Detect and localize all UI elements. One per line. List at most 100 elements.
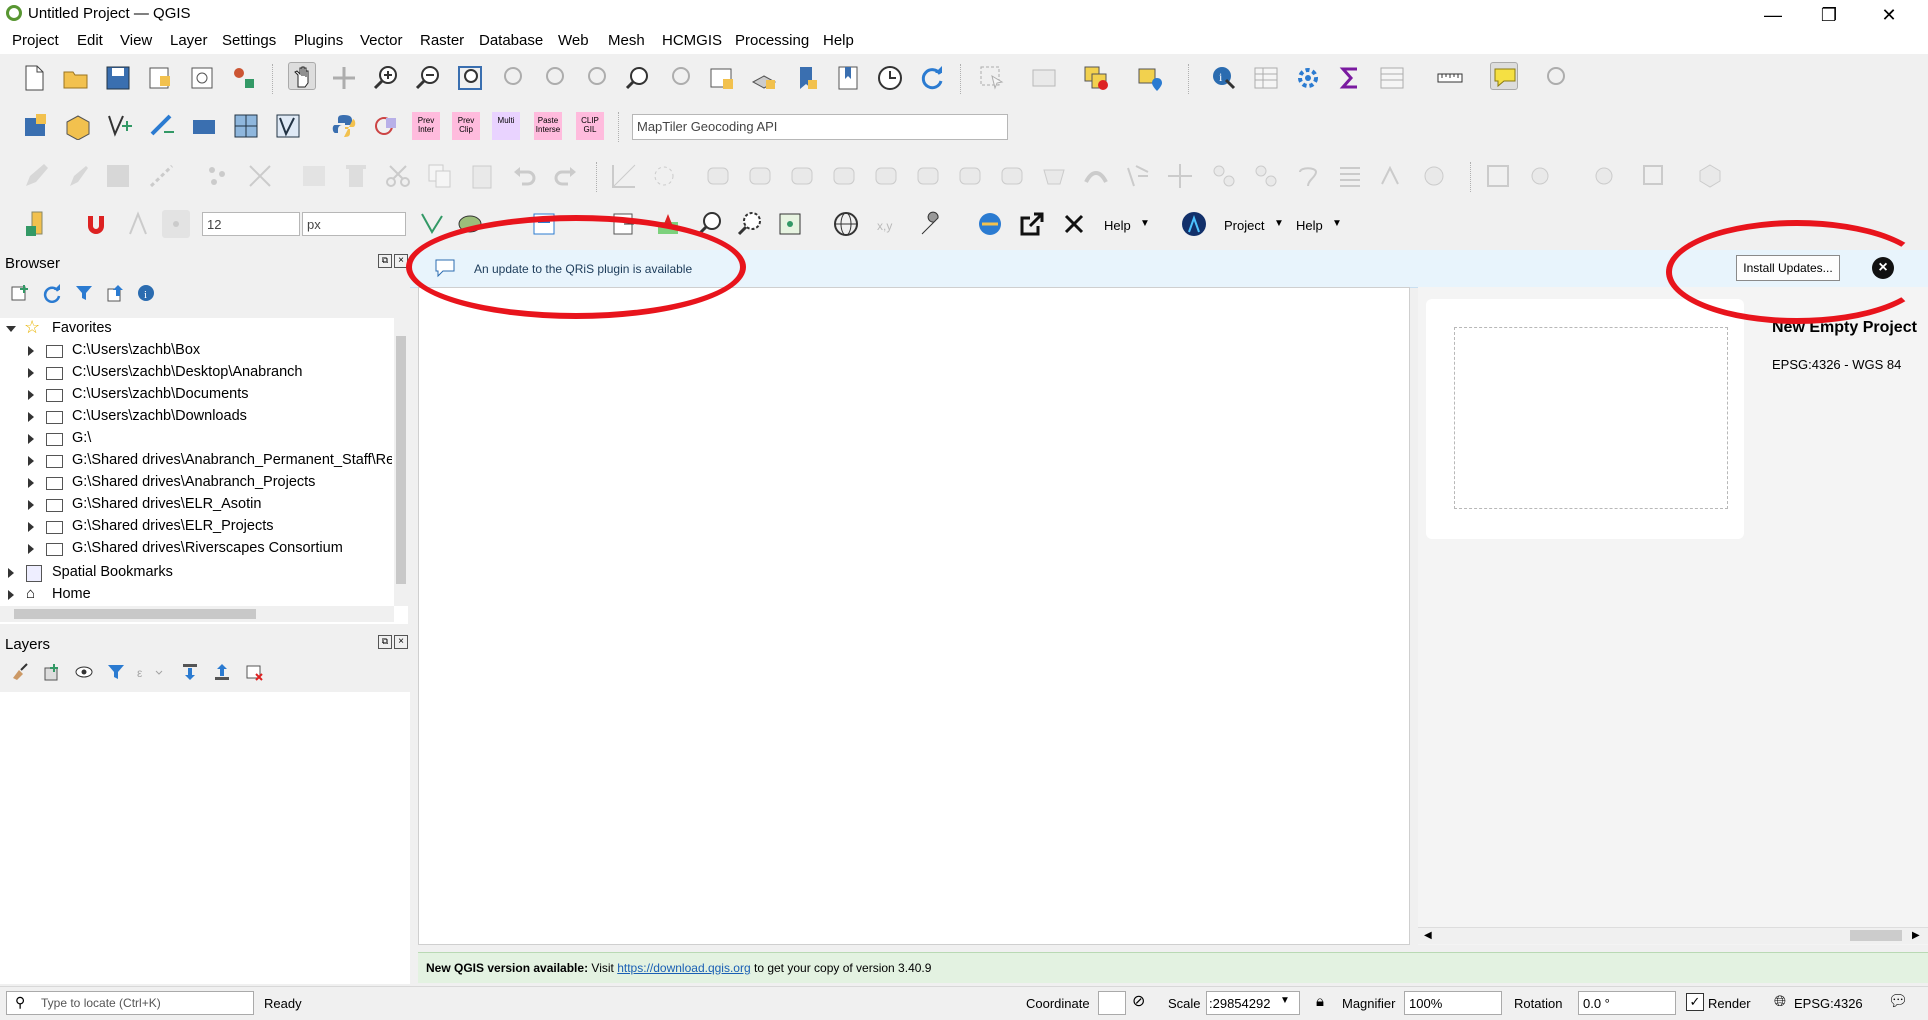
layers-filter-icon[interactable] [106,662,126,682]
layers-float-icon[interactable]: ⧉ [378,635,392,649]
trim-extend-icon[interactable] [1166,162,1194,190]
tree-row-favorite[interactable]: C:\Users\zachb\Downloads [0,406,392,428]
collapsed-arrow-icon[interactable] [8,568,14,578]
digitize-line-icon[interactable] [148,162,176,190]
split-parts-icon[interactable] [746,162,774,190]
new-geopackage-icon[interactable] [64,112,92,140]
zoom-in-icon[interactable] [372,64,400,92]
offset-curve-icon[interactable] [830,162,858,190]
pan-to-selection-icon[interactable] [330,64,358,92]
delete-selected-icon[interactable] [342,162,370,190]
topology-editing-icon[interactable] [1526,162,1554,190]
select-location-icon[interactable] [1136,64,1164,92]
select-by-value-icon[interactable] [1030,64,1058,92]
properties-info-icon[interactable]: i [136,283,156,303]
merge-attributes-icon[interactable] [1252,162,1280,190]
collapsed-arrow-icon[interactable] [28,434,34,444]
zoom-selection-icon[interactable] [498,64,526,92]
layout-manager-icon[interactable] [188,64,216,92]
globe-icon[interactable] [832,210,860,238]
identify-features-icon[interactable]: i [1210,64,1238,92]
undo-icon[interactable] [510,162,538,190]
delete-part-icon[interactable] [1082,162,1110,190]
scrollbar-track-handle[interactable] [396,394,406,584]
offset-point-symbols-icon[interactable] [1336,162,1364,190]
help2-dropdown-arrow-icon[interactable]: ▼ [1332,218,1342,229]
show-bookmarks-icon[interactable] [834,64,862,92]
rotation-spinbox[interactable]: 0.0 ° [1578,991,1676,1015]
menu-web[interactable]: Web [558,32,589,49]
new-print-layout-icon[interactable] [146,64,174,92]
tree-row-favorite[interactable]: C:\Users\zachb\Desktop\Anabranch [0,362,392,384]
new-temporary-layer-icon[interactable] [148,112,176,140]
collapsed-arrow-icon[interactable] [28,412,34,422]
modify-attributes-icon[interactable] [300,162,328,190]
tree-row-favorite[interactable]: G:\Shared drives\ELR_Projects [0,516,392,538]
menu-database[interactable]: Database [479,32,543,49]
tree-row-favorite[interactable]: G:\ [0,428,392,450]
processing-toolbox-icon[interactable] [1294,64,1322,92]
shape-digitizing-icon[interactable] [650,162,678,190]
help-dropdown-arrow-icon[interactable]: ▼ [1140,218,1150,229]
snapping-icon[interactable] [1484,162,1512,190]
add-selected-layers-icon[interactable] [10,283,30,303]
scroll-right-arrow-icon[interactable]: ▶ [1912,930,1920,941]
advanced-digitizing-icon[interactable] [610,162,638,190]
snapping-mode-icon[interactable] [162,210,190,238]
browser-filter-icon[interactable] [74,283,94,303]
multi-plugin-icon[interactable]: Multi [492,112,520,140]
zoom-area-icon[interactable] [736,210,764,238]
plugin-circle-icon[interactable] [372,112,400,140]
vertex-tool-icon[interactable] [246,162,274,190]
collapsed-arrow-icon[interactable] [28,544,34,554]
tree-row-favorite[interactable]: G:\Shared drives\ELR_Asotin [0,494,392,516]
menu-layer[interactable]: Layer [170,32,208,49]
rotate-point-symbols-icon[interactable] [1294,162,1322,190]
layers-tree[interactable] [0,692,410,984]
zoom-next-icon[interactable] [666,64,694,92]
collapsed-arrow-icon[interactable] [28,456,34,466]
magnifier-spinbox[interactable]: 100% [1404,991,1502,1015]
snapping-type-icon[interactable] [126,210,154,238]
simplify-features-icon[interactable] [872,162,900,190]
merge-features-icon[interactable] [1210,162,1238,190]
riverscapes-icon[interactable] [1180,210,1208,238]
menu-project[interactable]: Project [12,32,59,49]
clip-gil-plugin-icon[interactable]: CLIP GIL [576,112,604,140]
minimize-button[interactable]: — [1750,2,1796,28]
collapsed-arrow-icon[interactable] [28,478,34,488]
tracing-icon[interactable] [1590,162,1618,190]
add-ring-icon[interactable] [914,162,942,190]
remove-layer-icon[interactable] [244,662,264,682]
tree-row-favorite[interactable]: G:\Shared drives\Riverscapes Consortium [0,538,392,560]
new-virtual-layer-icon[interactable] [190,112,218,140]
add-vector-layer-icon[interactable] [274,112,302,140]
toggle-editing-icon[interactable] [22,162,50,190]
georeferencer-icon[interactable] [22,210,50,238]
current-edits-icon[interactable] [64,162,92,190]
data-source-manager-icon[interactable] [22,112,50,140]
new-project-icon[interactable] [20,64,48,92]
menu-view[interactable]: View [120,32,152,49]
menu-vector[interactable]: Vector [360,32,403,49]
external-link-icon[interactable] [1018,210,1046,238]
statistics-icon[interactable] [1336,64,1364,92]
prev-inter-plugin-icon[interactable]: Prev Inter [412,112,440,140]
snapping-magnet-icon[interactable] [82,210,110,238]
restore-button[interactable]: ❐ [1806,2,1852,28]
browser-horizontal-scrollbar[interactable] [0,606,394,622]
hscroll-thumb[interactable] [14,609,256,619]
scrollbar-thumb[interactable] [396,336,406,396]
add-group-icon[interactable] [42,662,62,682]
help-menu-button-2[interactable]: Help [1296,218,1323,233]
lock-scale-icon[interactable]: 🔒︎ [1316,993,1324,1010]
open-project-icon[interactable] [62,64,90,92]
tree-row-favorite[interactable]: G:\Shared drives\Anabranch_Projects [0,472,392,494]
visibility-eye-icon[interactable] [74,662,94,682]
tree-row-favorite[interactable]: C:\Users\zachb\Documents [0,384,392,406]
download-link[interactable]: https://download.qgis.org [617,961,750,975]
menu-plugins[interactable]: Plugins [294,32,343,49]
crs-button[interactable]: EPSG:4326 [1794,996,1863,1011]
collapsed-arrow-icon[interactable] [28,346,34,356]
collapsed-arrow-icon[interactable] [28,368,34,378]
